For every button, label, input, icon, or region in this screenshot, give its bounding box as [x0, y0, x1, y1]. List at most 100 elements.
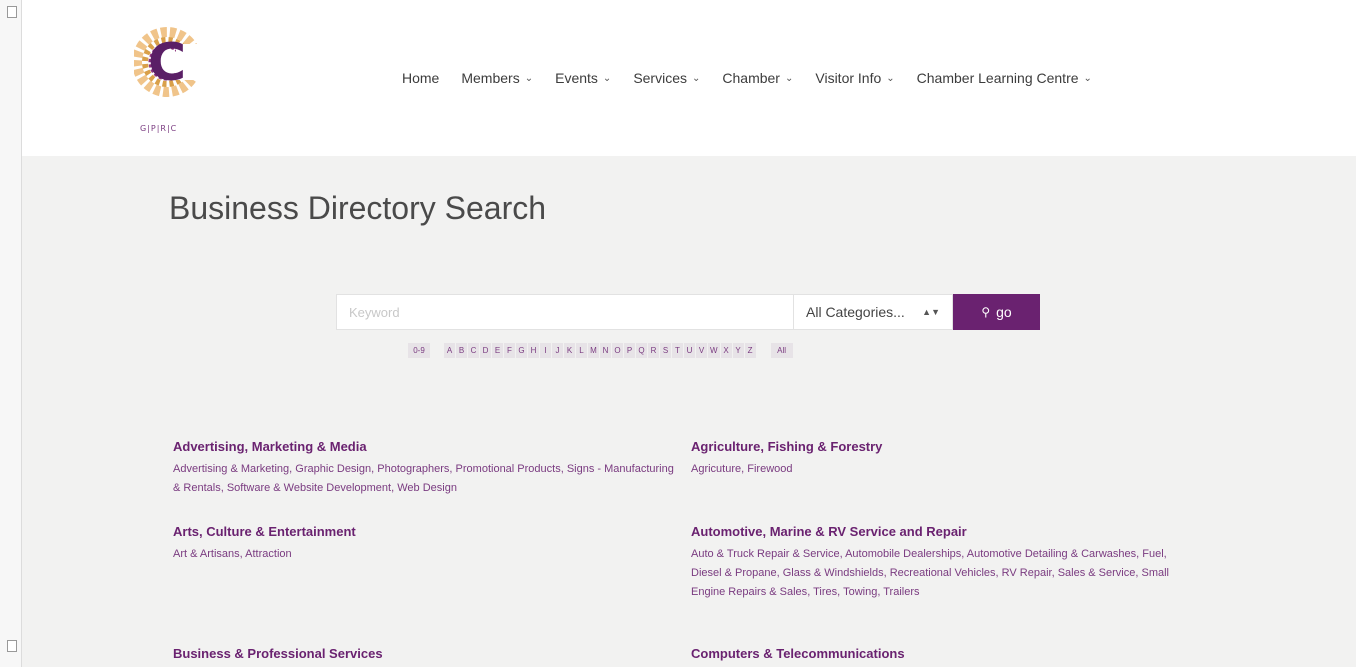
nav-chamber[interactable]: Chamber ⌄	[722, 70, 793, 86]
nav-label: Home	[402, 70, 440, 86]
category-title[interactable]: Arts, Culture & Entertainment	[173, 524, 683, 539]
alpha-filter-q[interactable]: Q	[636, 343, 647, 358]
category-title[interactable]: Advertising, Marketing & Media	[173, 439, 683, 454]
alpha-filter-all[interactable]: All	[770, 343, 793, 358]
svg-text:C: C	[148, 33, 186, 93]
subcategory-link[interactable]: RV Repair, Sales & Service	[1002, 567, 1136, 579]
alpha-filter-d[interactable]: D	[480, 343, 491, 358]
category-block: Business & Professional Services	[173, 646, 683, 667]
alpha-filter-i[interactable]: I	[540, 343, 551, 358]
nav-visitor-info[interactable]: Visitor Info ⌄	[815, 70, 894, 86]
subcategory-link[interactable]: Recreational Vehicles	[890, 567, 996, 579]
nav-label: Chamber	[722, 70, 780, 86]
nav-events[interactable]: Events ⌄	[555, 70, 611, 86]
alpha-filter-x[interactable]: X	[720, 343, 732, 358]
category-title[interactable]: Automotive, Marine & RV Service and Repa…	[691, 524, 1191, 539]
alpha-filter-m[interactable]: M	[588, 343, 599, 358]
nav-label: Events	[555, 70, 598, 86]
alpha-filter-n[interactable]: N	[600, 343, 611, 358]
search-icon: ⚲	[981, 305, 991, 319]
nav-label: Members	[461, 70, 520, 86]
alpha-filter-u[interactable]: U	[684, 343, 695, 358]
category-block: Agriculture, Fishing & Forestry Agricutu…	[691, 439, 1201, 479]
subcategory-link[interactable]: Auto & Truck Repair & Service	[691, 548, 840, 560]
alpha-filter-h[interactable]: H	[528, 343, 539, 358]
nav-label: Visitor Info	[815, 70, 882, 86]
nav-members[interactable]: Members ⌄	[461, 70, 533, 86]
alpha-filter-b[interactable]: B	[456, 343, 467, 358]
alpha-filter-v[interactable]: V	[696, 343, 707, 358]
chevron-down-icon: ⌄	[692, 72, 701, 84]
browser-side-strip	[0, 0, 22, 667]
page-title: Business Directory Search	[169, 190, 547, 226]
subcategory-link[interactable]: Automobile Dealerships	[845, 548, 961, 560]
subcategory-link[interactable]: Automotive Detailing & Carwashes	[967, 548, 1136, 560]
alpha-filter-p[interactable]: P	[624, 343, 635, 358]
subcategory-list: Auto & Truck Repair & Service, Automobil…	[691, 545, 1191, 602]
subcategory-link[interactable]: Glass & Windshields	[783, 567, 884, 579]
category-block: Automotive, Marine & RV Service and Repa…	[691, 524, 1191, 602]
page-icon	[7, 6, 17, 18]
subcategory-link[interactable]: Advertising & Marketing	[173, 463, 289, 475]
alpha-filter-l[interactable]: L	[576, 343, 587, 358]
subcategory-list: Agricuture, Firewood	[691, 460, 1201, 479]
alpha-filter-j[interactable]: J	[552, 343, 563, 358]
site-logo[interactable]: C G|P|R|C	[134, 24, 214, 148]
alpha-filter-c[interactable]: C	[468, 343, 479, 358]
alpha-filter-r[interactable]: R	[648, 343, 659, 358]
nav-label: Chamber Learning Centre	[916, 70, 1079, 86]
subcategory-link[interactable]: Firewood	[747, 463, 792, 475]
subcategory-link[interactable]: Agricuture	[691, 463, 741, 475]
subcategory-list: Art & Artisans, Attraction	[173, 545, 683, 564]
category-select-value: All Categories...	[806, 304, 905, 320]
chevron-down-icon: ⌄	[1083, 72, 1092, 84]
alpha-filter-t[interactable]: T	[672, 343, 683, 358]
alpha-filter-numeric[interactable]: 0-9	[408, 343, 430, 358]
chevron-down-icon: ⌄	[886, 72, 895, 84]
alphabet-filter: 0-9 A B C D E F G H I J K L M N O P Q R S T U V W X Y Z All	[408, 343, 794, 358]
category-title[interactable]: Computers & Telecommunications	[691, 646, 1201, 661]
subcategory-link[interactable]: Towing	[843, 586, 877, 598]
category-block: Advertising, Marketing & Media Advertisi…	[173, 439, 683, 498]
subcategory-link[interactable]: Software & Website Development	[227, 482, 391, 494]
nav-home[interactable]: Home	[402, 70, 439, 86]
alpha-filter-e[interactable]: E	[492, 343, 503, 358]
subcategory-link[interactable]: Photographers	[377, 463, 449, 475]
alpha-filter-o[interactable]: O	[612, 343, 623, 358]
category-block: Computers & Telecommunications	[691, 646, 1201, 667]
alpha-filter-z[interactable]: Z	[744, 343, 756, 358]
chevron-down-icon: ⌄	[784, 72, 794, 84]
site-header: C G|P|R|C Home Members ⌄ Events ⌄ Services…	[22, 0, 1356, 156]
subcategory-link[interactable]: Promotional Products	[456, 463, 561, 475]
gprc-c-logo-icon: C	[134, 27, 204, 97]
subcategory-link[interactable]: Attraction	[245, 548, 291, 560]
main-nav: Home Members ⌄ Events ⌄ Services ⌄ Chamber ⌄…	[402, 70, 1114, 86]
category-select[interactable]: All Categories... ▲▼	[793, 294, 953, 330]
select-arrows-icon: ▲▼	[922, 307, 940, 317]
go-label: go	[996, 304, 1012, 320]
subcategory-link[interactable]: Web Design	[397, 482, 457, 494]
subcategory-link[interactable]: Graphic Design	[295, 463, 371, 475]
alpha-filter-w[interactable]: W	[708, 343, 720, 358]
category-title[interactable]: Agriculture, Fishing & Forestry	[691, 439, 1201, 454]
logo-text: G|P|R|C	[140, 124, 178, 133]
alpha-filter-y[interactable]: Y	[732, 343, 744, 358]
directory-search-form: All Categories... ▲▼ ⚲ go	[336, 294, 1040, 330]
subcategory-link[interactable]: Tires	[813, 586, 837, 598]
category-block: Arts, Culture & Entertainment Art & Arti…	[173, 524, 683, 564]
alpha-filter-g[interactable]: G	[516, 343, 527, 358]
go-button[interactable]: ⚲ go	[953, 294, 1040, 330]
alpha-filter-f[interactable]: F	[504, 343, 515, 358]
subcategory-list: Advertising & Marketing, Graphic Design,…	[173, 460, 683, 498]
nav-chamber-learning-centre[interactable]: Chamber Learning Centre ⌄	[917, 70, 1092, 86]
alpha-filter-s[interactable]: S	[660, 343, 671, 358]
alpha-filter-k[interactable]: K	[564, 343, 575, 358]
nav-label: Services	[633, 70, 687, 86]
nav-services[interactable]: Services ⌄	[633, 70, 700, 86]
alpha-filter-a[interactable]: A	[444, 343, 455, 358]
keyword-input[interactable]	[336, 294, 793, 330]
category-title[interactable]: Business & Professional Services	[173, 646, 683, 661]
subcategory-link[interactable]: Trailers	[883, 586, 919, 598]
subcategory-link[interactable]: Art & Artisans	[173, 548, 240, 560]
page-icon	[7, 640, 17, 652]
